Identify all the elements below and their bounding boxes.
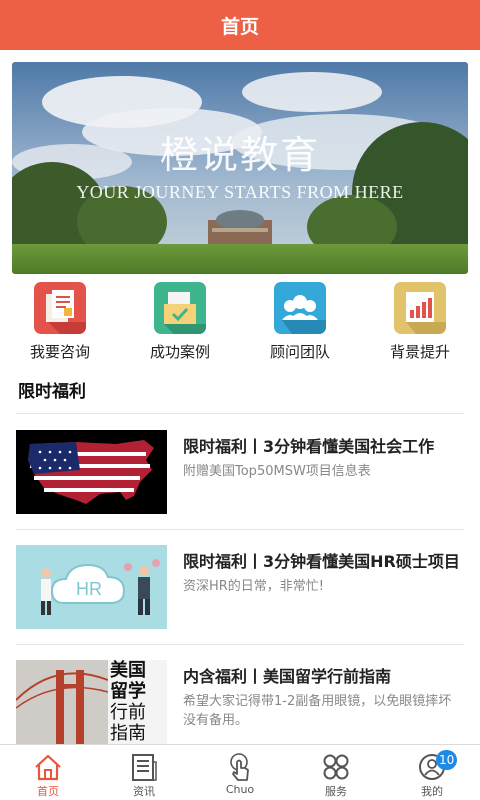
home-icon (35, 754, 61, 781)
quick-links: 我要咨询 成功案例 顾问团队 背景提升 (0, 280, 480, 362)
notification-badge: 10 (436, 750, 458, 770)
guide-thumb-text: 美国 留学 行前 指南 (110, 660, 167, 744)
news-description: 希望大家记得带1-2副备用眼镜，以免眼镜摔坏没有备用。 (183, 694, 452, 728)
news-title: 限时福利丨3分钟看懂美国社会工作 (183, 437, 435, 456)
hr-text: HR (76, 579, 102, 599)
quick-link-advisor-team[interactable]: 顾问团队 (240, 280, 360, 362)
divider (16, 413, 464, 414)
bottom-tab-bar: 首页 资讯 Chuo 服务 10 我的 (0, 744, 480, 800)
tab-chuo[interactable]: Chuo (192, 745, 288, 800)
services-grid-icon (323, 754, 349, 780)
quick-link-label: 顾问团队 (269, 343, 330, 361)
chart-boost-icon (394, 282, 446, 334)
guide-text-line: 美国 (110, 660, 146, 681)
page-title: 首页 (220, 15, 259, 38)
banner-carousel[interactable]: 橙说教育 YOUR JOURNEY STARTS FROM HERE (12, 62, 468, 274)
news-item[interactable]: 限时福利丨3分钟看懂美国社会工作 附赠美国Top50MSW项目信息表 (0, 430, 480, 530)
success-case-icon (154, 282, 206, 334)
tab-services[interactable]: 服务 (288, 745, 384, 800)
news-description: 附赠美国Top50MSW项目信息表 (183, 464, 371, 479)
news-item[interactable]: HR 限时福利丨3分钟看懂美国HR硕士项目 资深HR的日常，非常忙! (0, 545, 480, 645)
touch-hand-icon (230, 753, 249, 781)
tab-label: 我的 (421, 785, 443, 798)
divider (16, 529, 464, 530)
banner-title: 橙说教育 (159, 133, 320, 177)
consult-document-icon (34, 282, 86, 334)
app-header: 首页 (0, 0, 480, 50)
quick-link-label: 我要咨询 (29, 343, 90, 361)
team-people-icon (274, 282, 326, 334)
quick-link-success-cases[interactable]: 成功案例 (120, 280, 240, 362)
tab-profile[interactable]: 10 我的 (384, 745, 480, 800)
news-title: 限时福利丨3分钟看懂美国HR硕士项目 (183, 552, 460, 571)
banner-subtitle: YOUR JOURNEY STARTS FROM HERE (76, 182, 404, 202)
section-title: 限时福利 (18, 382, 86, 402)
tab-label: 服务 (325, 785, 347, 798)
tab-label: Chuo (225, 783, 255, 796)
divider (16, 644, 464, 645)
news-icon (132, 754, 157, 781)
quick-link-consult[interactable]: 我要咨询 (0, 280, 120, 362)
quick-link-label: 成功案例 (149, 343, 210, 361)
news-thumbnail: HR (16, 545, 167, 629)
news-thumbnail: 美国 留学 行前 指南 (16, 660, 167, 744)
quick-link-label: 背景提升 (389, 343, 450, 361)
news-description: 资深HR的日常，非常忙! (183, 579, 325, 594)
guide-text-line: 指南 (110, 723, 146, 744)
guide-text-line: 行前 (110, 702, 146, 723)
news-thumbnail (16, 430, 167, 514)
usa-flag-map-image (16, 430, 167, 514)
quick-link-background-boost[interactable]: 背景提升 (360, 280, 480, 362)
tab-home[interactable]: 首页 (0, 745, 96, 800)
tab-label: 资讯 (133, 785, 155, 798)
hr-cloud-illustration-image: HR (16, 545, 167, 629)
guide-text-line: 留学 (110, 681, 146, 702)
news-title: 内含福利丨美国留学行前指南 (183, 667, 392, 686)
tab-news[interactable]: 资讯 (96, 745, 192, 800)
tab-label: 首页 (37, 785, 59, 798)
